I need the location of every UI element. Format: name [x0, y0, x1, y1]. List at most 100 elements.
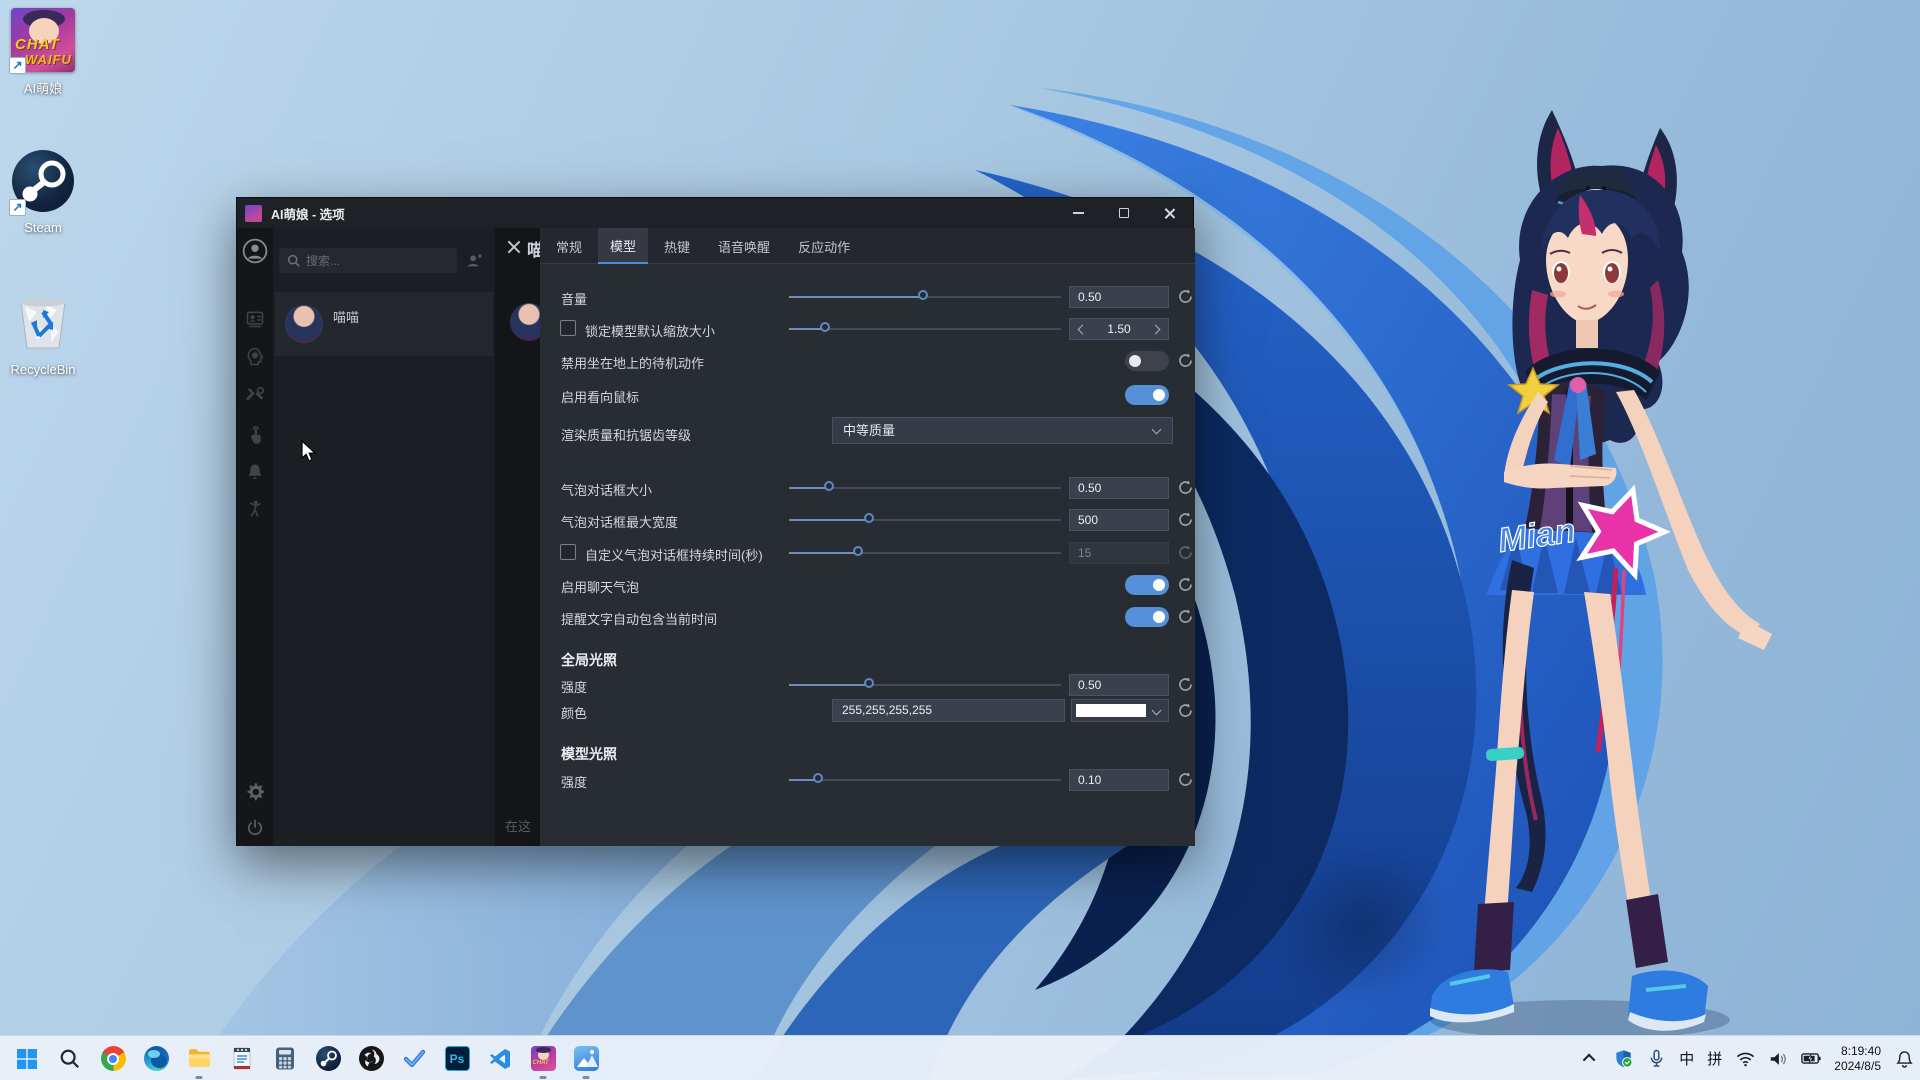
reset-icon[interactable] — [1177, 352, 1194, 369]
disable-sit-idle-toggle[interactable] — [1125, 351, 1169, 371]
color-swatch-dropdown[interactable] — [1071, 699, 1169, 722]
stepper-increase-icon[interactable] — [1151, 325, 1161, 335]
battery-icon[interactable] — [1801, 1049, 1821, 1069]
tab-model[interactable]: 模型 — [598, 228, 648, 264]
ime-language-indicator[interactable]: 中 — [1679, 1048, 1694, 1069]
render-quality-dropdown[interactable]: 中等质量 — [832, 417, 1173, 444]
desktop-icon-recycle-bin[interactable]: RecycleBin — [0, 292, 86, 377]
custom-duration-value[interactable]: 15 — [1069, 542, 1169, 564]
reset-icon[interactable] — [1177, 511, 1194, 528]
enable-chat-bubble-toggle[interactable] — [1125, 575, 1169, 595]
contacts-icon[interactable] — [245, 309, 265, 329]
scale-stepper[interactable]: 1.50 — [1069, 318, 1169, 340]
wifi-icon[interactable] — [1735, 1049, 1755, 1069]
bubble-max-width-slider[interactable] — [789, 507, 1061, 533]
photoshop-icon[interactable]: Ps — [444, 1046, 470, 1072]
reset-icon[interactable] — [1177, 608, 1194, 625]
pose-action-icon[interactable] — [245, 499, 265, 519]
slider-thumb[interactable] — [864, 678, 874, 688]
tab-general[interactable]: 常规 — [544, 228, 594, 264]
contact-list-item[interactable]: 喵喵 — [275, 292, 493, 356]
add-contact-icon[interactable] — [465, 252, 483, 270]
obs-icon[interactable] — [358, 1046, 384, 1072]
edge-icon[interactable] — [143, 1046, 169, 1072]
mouse-cursor — [300, 440, 318, 464]
reminder-time-toggle[interactable] — [1125, 607, 1169, 627]
start-button[interactable] — [14, 1046, 40, 1072]
volume-label: 音量 — [561, 289, 587, 308]
slider-thumb[interactable] — [824, 481, 834, 491]
window-titlebar[interactable]: AI萌娘 - 选项 — [237, 198, 1193, 228]
settings-tabbar: 常规 模型 热键 语音唤醒 反应动作 — [540, 228, 1195, 264]
taskbar-search-icon[interactable] — [57, 1046, 83, 1072]
ime-mode-indicator[interactable]: 拼 — [1707, 1048, 1722, 1069]
steam-taskbar-icon[interactable] — [315, 1046, 341, 1072]
look-at-mouse-toggle[interactable] — [1125, 385, 1169, 405]
tools-icon[interactable] — [245, 386, 265, 406]
chat-waifu-taskbar-icon[interactable]: CHAT — [530, 1046, 556, 1072]
volume-slider[interactable] — [789, 284, 1061, 310]
bubble-max-width-value[interactable]: 500 — [1069, 509, 1169, 531]
desktop-icon-chat-waifu[interactable]: CHAT WAIFU ↗ AI萌娘 — [0, 8, 86, 97]
chrome-icon[interactable] — [100, 1046, 126, 1072]
settings-gear-icon[interactable] — [245, 782, 265, 802]
reset-icon[interactable] — [1177, 288, 1194, 305]
color-value-input[interactable]: 255,255,255,255 — [832, 699, 1065, 722]
ai-brain-icon[interactable] — [245, 347, 265, 367]
anime-character[interactable]: Mian — [1420, 90, 1780, 1050]
speaker-icon[interactable] — [1768, 1049, 1788, 1069]
tab-reactions[interactable]: 反应动作 — [786, 228, 862, 264]
reset-icon[interactable] — [1177, 544, 1194, 561]
photos-icon[interactable] — [573, 1046, 599, 1072]
profile-icon[interactable] — [242, 238, 268, 264]
global-intensity-slider[interactable] — [789, 672, 1061, 698]
custom-duration-slider[interactable] — [789, 540, 1061, 566]
slider-thumb[interactable] — [820, 322, 830, 332]
tab-hotkeys[interactable]: 热键 — [652, 228, 702, 264]
tab-voice-wake[interactable]: 语音唤醒 — [706, 228, 782, 264]
desktop-icon-steam[interactable]: ↗ Steam — [0, 150, 86, 235]
microphone-icon[interactable] — [1646, 1049, 1666, 1069]
settings-panel: 常规 模型 热键 语音唤醒 反应动作 音量 0.50 锁定模型默认缩放大小 — [540, 228, 1195, 846]
vscode-icon[interactable] — [487, 1046, 513, 1072]
options-window: AI萌娘 - 选项 — [236, 197, 1194, 846]
chat-input-placeholder-partial[interactable]: 在这 — [505, 816, 531, 835]
bubble-max-width-label: 气泡对话框最大宽度 — [561, 512, 678, 531]
maximize-button[interactable] — [1101, 198, 1147, 228]
bubble-size-value[interactable]: 0.50 — [1069, 477, 1169, 499]
slider-thumb[interactable] — [813, 773, 823, 783]
lock-scale-checkbox[interactable] — [560, 320, 576, 336]
reset-icon[interactable] — [1177, 771, 1194, 788]
reset-icon[interactable] — [1177, 479, 1194, 496]
notepad-app-icon[interactable] — [229, 1046, 255, 1072]
touch-gesture-icon[interactable] — [245, 426, 265, 446]
calculator-icon[interactable] — [272, 1046, 298, 1072]
tray-clock[interactable]: 8:19:40 2024/8/5 — [1834, 1044, 1881, 1074]
minimize-button[interactable] — [1055, 198, 1101, 228]
power-icon[interactable] — [245, 818, 265, 838]
close-button[interactable] — [1147, 198, 1193, 228]
security-shield-icon[interactable] — [1613, 1049, 1633, 1069]
model-intensity-value[interactable]: 0.10 — [1069, 769, 1169, 791]
notification-bell-icon[interactable] — [1894, 1049, 1914, 1069]
global-intensity-value[interactable]: 0.50 — [1069, 674, 1169, 696]
search-input[interactable]: 搜索... — [279, 248, 457, 273]
todo-check-icon[interactable] — [401, 1046, 427, 1072]
scale-slider[interactable] — [789, 316, 1061, 342]
chat-close-icon[interactable] — [507, 239, 521, 253]
volume-value[interactable]: 0.50 — [1069, 286, 1169, 308]
reset-icon[interactable] — [1177, 576, 1194, 593]
slider-thumb[interactable] — [864, 513, 874, 523]
tray-chevron-up-icon[interactable] — [1580, 1049, 1600, 1069]
slider-thumb[interactable] — [918, 290, 928, 300]
reset-icon[interactable] — [1177, 676, 1194, 693]
custom-duration-checkbox[interactable] — [560, 544, 576, 560]
model-intensity-slider[interactable] — [789, 767, 1061, 793]
slider-thumb[interactable] — [853, 546, 863, 556]
bell-icon[interactable] — [245, 462, 265, 482]
chat-title-partial: 喵喵 — [527, 236, 540, 261]
file-explorer-icon[interactable] — [186, 1046, 212, 1072]
bubble-size-slider[interactable] — [789, 475, 1061, 501]
stepper-decrease-icon[interactable] — [1078, 325, 1088, 335]
reset-icon[interactable] — [1177, 702, 1194, 719]
